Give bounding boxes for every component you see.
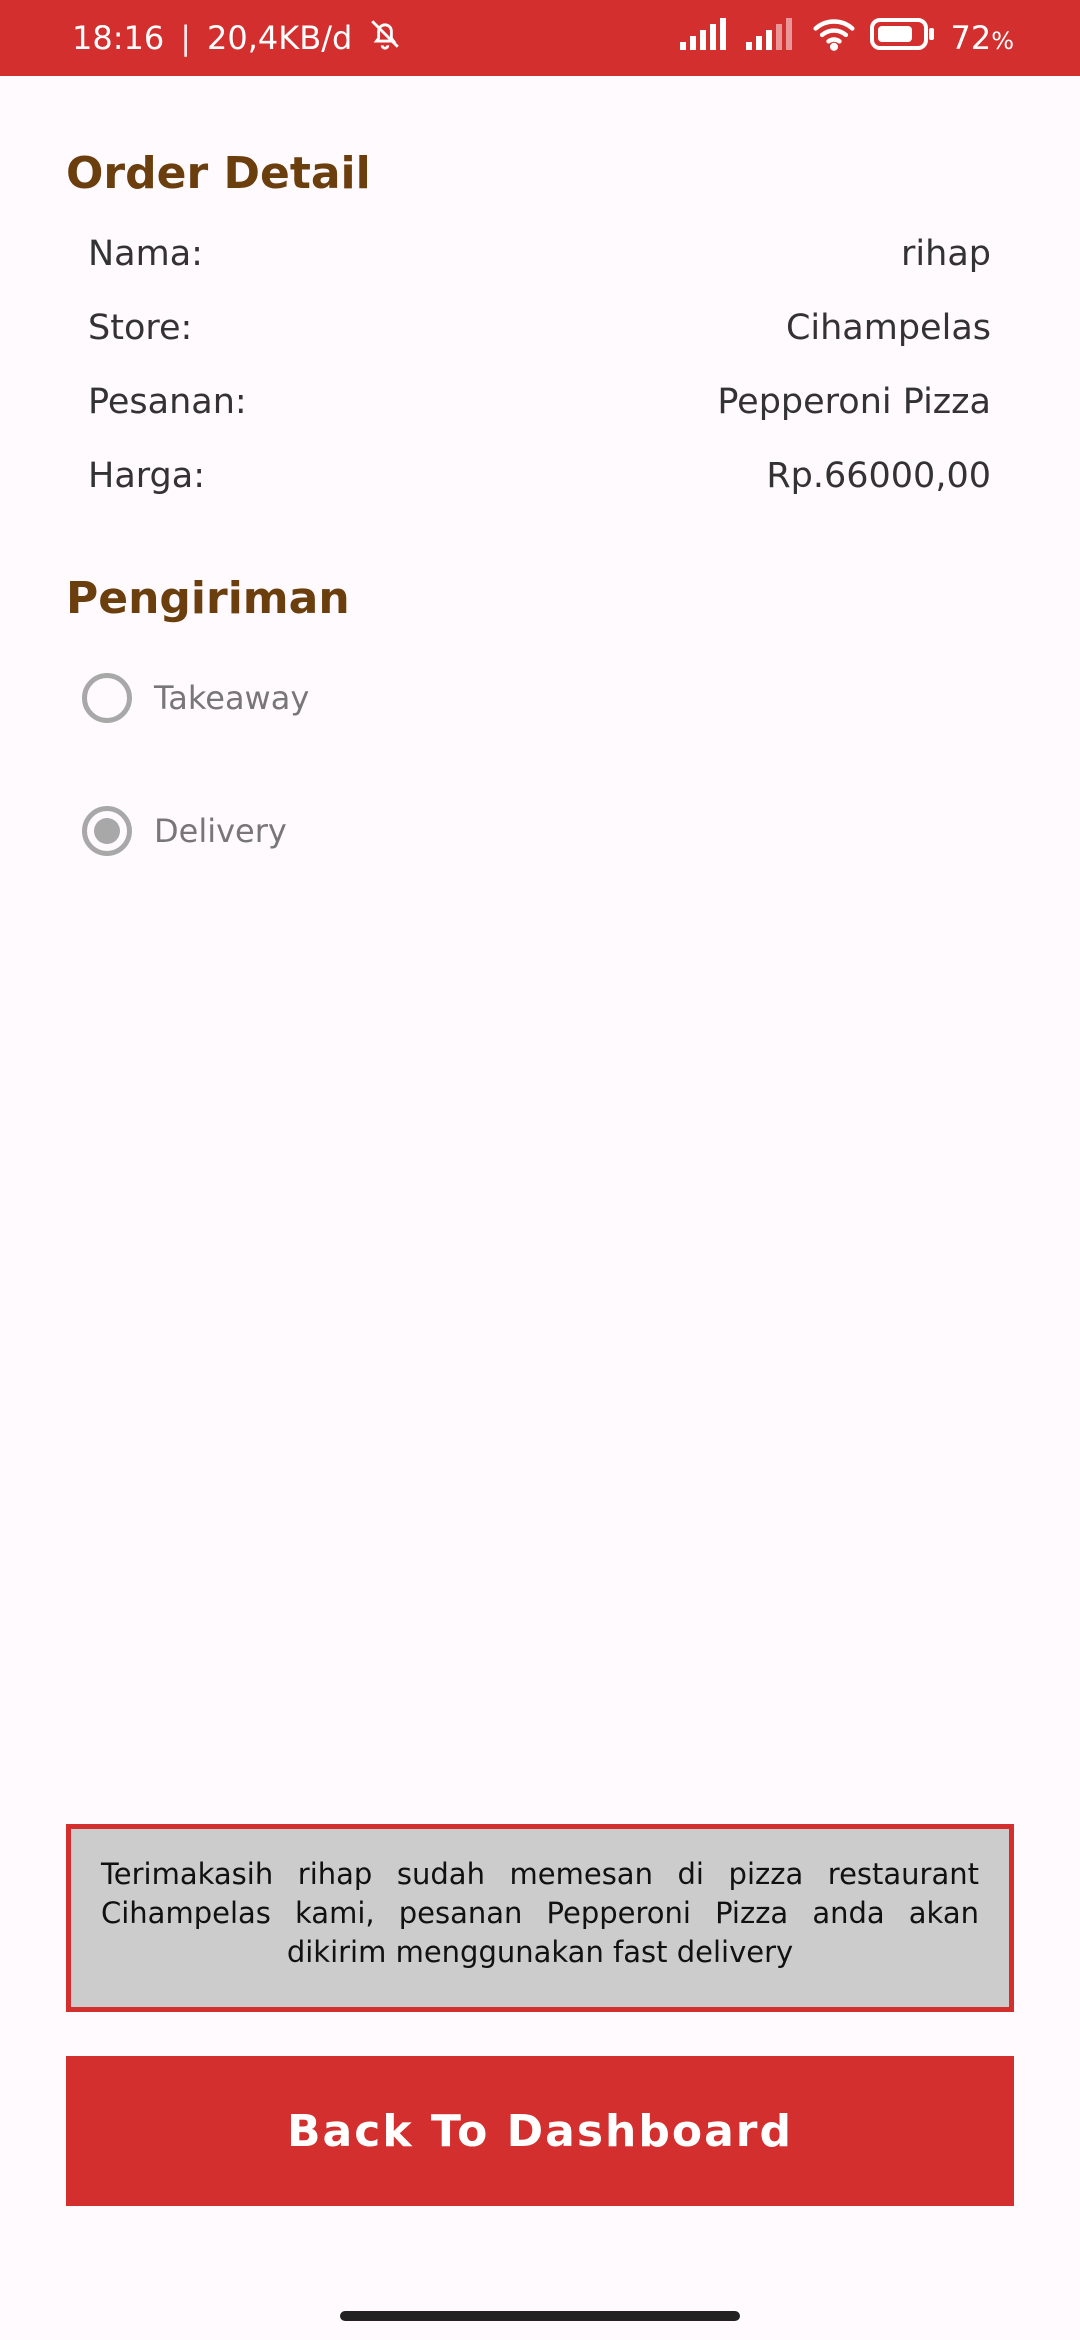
status-separator: | [180, 19, 191, 57]
signal-icon [680, 18, 732, 58]
radio-label[interactable]: Delivery [154, 812, 287, 850]
muted-bell-icon [368, 17, 402, 59]
order-row-order: Pesanan: Pepperoni Pizza [88, 382, 991, 422]
battery-level: 72% [950, 19, 1014, 57]
network-speed: 20,4KB/d [207, 19, 353, 57]
order-confirmation-message: Terimakasih rihap sudah memesan di pizza… [66, 1824, 1014, 2012]
radio-unchecked-icon[interactable] [82, 673, 132, 723]
order-row-label: Pesanan: [88, 382, 247, 422]
wifi-icon [812, 17, 856, 59]
back-to-dashboard-button[interactable]: Back To Dashboard [66, 2056, 1014, 2206]
order-row-value: Pepperoni Pizza [717, 382, 991, 422]
radio-takeaway[interactable]: Takeaway [82, 673, 309, 723]
order-detail-title: Order Detail [66, 148, 371, 199]
order-row-value: Cihampelas [785, 308, 991, 348]
order-row-value: rihap [901, 234, 991, 274]
status-bar: 18:16 | 20,4KB/d 72% [0, 0, 1080, 76]
order-row-value: Rp.66000,00 [766, 456, 991, 496]
order-row-price: Harga: Rp.66000,00 [88, 456, 991, 496]
clock: 18:16 [72, 19, 165, 57]
status-bar-left: 18:16 | 20,4KB/d [72, 17, 402, 59]
shipping-title: Pengiriman [66, 573, 350, 624]
radio-label[interactable]: Takeaway [154, 679, 309, 717]
order-row-label: Nama: [88, 234, 203, 274]
order-row-label: Harga: [88, 456, 205, 496]
order-row-label: Store: [88, 308, 193, 348]
order-row-store: Store: Cihampelas [88, 308, 991, 348]
radio-checked-icon[interactable] [82, 806, 132, 856]
signal-icon-secondary [746, 18, 798, 58]
radio-delivery[interactable]: Delivery [82, 806, 287, 856]
home-indicator[interactable] [340, 2311, 740, 2321]
order-row-name: Nama: rihap [88, 234, 991, 274]
status-bar-right: 72% [680, 17, 1014, 59]
battery-icon [870, 18, 936, 58]
